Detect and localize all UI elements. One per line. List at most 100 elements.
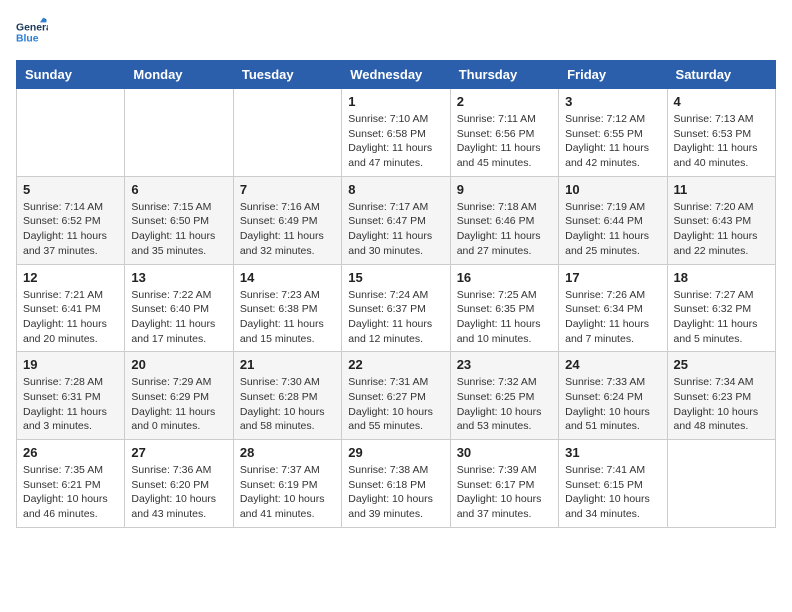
day-info: Sunrise: 7:21 AMSunset: 6:41 PMDaylight:… — [23, 288, 118, 347]
calendar-cell — [17, 89, 125, 177]
svg-text:General: General — [16, 22, 48, 33]
day-info: Sunrise: 7:34 AMSunset: 6:23 PMDaylight:… — [674, 375, 769, 434]
calendar-cell: 13 Sunrise: 7:22 AMSunset: 6:40 PMDayligh… — [125, 264, 233, 352]
logo: General Blue — [16, 16, 52, 48]
calendar-table: SundayMondayTuesdayWednesdayThursdayFrid… — [16, 60, 776, 528]
day-info: Sunrise: 7:33 AMSunset: 6:24 PMDaylight:… — [565, 375, 660, 434]
calendar-cell: 1 Sunrise: 7:10 AMSunset: 6:58 PMDaylight… — [342, 89, 450, 177]
day-number: 11 — [674, 182, 769, 197]
day-info: Sunrise: 7:25 AMSunset: 6:35 PMDaylight:… — [457, 288, 552, 347]
weekday-header-row: SundayMondayTuesdayWednesdayThursdayFrid… — [17, 61, 776, 89]
calendar-cell: 23 Sunrise: 7:32 AMSunset: 6:25 PMDayligh… — [450, 352, 558, 440]
calendar-cell: 28Sunrise: 7:37 AMSunset: 6:19 PMDayligh… — [233, 440, 341, 528]
day-number: 29 — [348, 445, 443, 460]
calendar-cell: 10 Sunrise: 7:19 AMSunset: 6:44 PMDayligh… — [559, 176, 667, 264]
day-info: Sunrise: 7:29 AMSunset: 6:29 PMDaylight:… — [131, 375, 226, 434]
calendar-header: SundayMondayTuesdayWednesdayThursdayFrid… — [17, 61, 776, 89]
week-row-4: 19Sunrise: 7:28 AMSunset: 6:31 PMDayligh… — [17, 352, 776, 440]
day-info: Sunrise: 7:19 AMSunset: 6:44 PMDaylight:… — [565, 200, 660, 259]
day-number: 9 — [457, 182, 552, 197]
day-info: Sunrise: 7:22 AMSunset: 6:40 PMDaylight:… — [131, 288, 226, 347]
calendar-cell: 30Sunrise: 7:39 AMSunset: 6:17 PMDayligh… — [450, 440, 558, 528]
page-header: General Blue — [16, 16, 776, 48]
weekday-header-wednesday: Wednesday — [342, 61, 450, 89]
day-info: Sunrise: 7:35 AMSunset: 6:21 PMDaylight:… — [23, 463, 118, 522]
day-info: Sunrise: 7:36 AMSunset: 6:20 PMDaylight:… — [131, 463, 226, 522]
calendar-cell: 19Sunrise: 7:28 AMSunset: 6:31 PMDayligh… — [17, 352, 125, 440]
calendar-cell: 20 Sunrise: 7:29 AMSunset: 6:29 PMDayligh… — [125, 352, 233, 440]
calendar-cell: 21 Sunrise: 7:30 AMSunset: 6:28 PMDayligh… — [233, 352, 341, 440]
calendar-cell: 25 Sunrise: 7:34 AMSunset: 6:23 PMDayligh… — [667, 352, 775, 440]
day-info: Sunrise: 7:15 AMSunset: 6:50 PMDaylight:… — [131, 200, 226, 259]
week-row-1: 1 Sunrise: 7:10 AMSunset: 6:58 PMDaylight… — [17, 89, 776, 177]
day-number: 15 — [348, 270, 443, 285]
day-number: 14 — [240, 270, 335, 285]
calendar-cell: 22 Sunrise: 7:31 AMSunset: 6:27 PMDayligh… — [342, 352, 450, 440]
week-row-5: 26 Sunrise: 7:35 AMSunset: 6:21 PMDayligh… — [17, 440, 776, 528]
day-info: Sunrise: 7:26 AMSunset: 6:34 PMDaylight:… — [565, 288, 660, 347]
day-info: Sunrise: 7:28 AMSunset: 6:31 PMDaylight:… — [23, 375, 118, 434]
day-number: 2 — [457, 94, 552, 109]
calendar-cell: 2 Sunrise: 7:11 AMSunset: 6:56 PMDaylight… — [450, 89, 558, 177]
day-number: 17 — [565, 270, 660, 285]
day-number: 10 — [565, 182, 660, 197]
weekday-header-tuesday: Tuesday — [233, 61, 341, 89]
day-info: Sunrise: 7:39 AMSunset: 6:17 PMDaylight:… — [457, 463, 552, 522]
day-number: 7 — [240, 182, 335, 197]
day-number: 26 — [23, 445, 118, 460]
day-number: 13 — [131, 270, 226, 285]
calendar-body: 1 Sunrise: 7:10 AMSunset: 6:58 PMDaylight… — [17, 89, 776, 528]
day-number: 6 — [131, 182, 226, 197]
day-number: 5 — [23, 182, 118, 197]
day-info: Sunrise: 7:16 AMSunset: 6:49 PMDaylight:… — [240, 200, 335, 259]
day-number: 22 — [348, 357, 443, 372]
calendar-cell: 16Sunrise: 7:25 AMSunset: 6:35 PMDayligh… — [450, 264, 558, 352]
day-info: Sunrise: 7:32 AMSunset: 6:25 PMDaylight:… — [457, 375, 552, 434]
calendar-cell — [125, 89, 233, 177]
calendar-cell: 31Sunrise: 7:41 AMSunset: 6:15 PMDayligh… — [559, 440, 667, 528]
day-info: Sunrise: 7:20 AMSunset: 6:43 PMDaylight:… — [674, 200, 769, 259]
weekday-header-thursday: Thursday — [450, 61, 558, 89]
weekday-header-friday: Friday — [559, 61, 667, 89]
calendar-cell: 17 Sunrise: 7:26 AMSunset: 6:34 PMDayligh… — [559, 264, 667, 352]
calendar-cell: 5 Sunrise: 7:14 AMSunset: 6:52 PMDaylight… — [17, 176, 125, 264]
day-number: 21 — [240, 357, 335, 372]
calendar-cell: 14Sunrise: 7:23 AMSunset: 6:38 PMDayligh… — [233, 264, 341, 352]
day-number: 18 — [674, 270, 769, 285]
day-number: 12 — [23, 270, 118, 285]
day-info: Sunrise: 7:14 AMSunset: 6:52 PMDaylight:… — [23, 200, 118, 259]
calendar-cell: 11 Sunrise: 7:20 AMSunset: 6:43 PMDayligh… — [667, 176, 775, 264]
day-info: Sunrise: 7:27 AMSunset: 6:32 PMDaylight:… — [674, 288, 769, 347]
calendar-cell: 15 Sunrise: 7:24 AMSunset: 6:37 PMDayligh… — [342, 264, 450, 352]
day-number: 20 — [131, 357, 226, 372]
day-number: 4 — [674, 94, 769, 109]
day-info: Sunrise: 7:13 AMSunset: 6:53 PMDaylight:… — [674, 112, 769, 171]
day-info: Sunrise: 7:18 AMSunset: 6:46 PMDaylight:… — [457, 200, 552, 259]
svg-text:Blue: Blue — [16, 34, 39, 45]
weekday-header-sunday: Sunday — [17, 61, 125, 89]
week-row-2: 5 Sunrise: 7:14 AMSunset: 6:52 PMDaylight… — [17, 176, 776, 264]
day-number: 23 — [457, 357, 552, 372]
day-info: Sunrise: 7:10 AMSunset: 6:58 PMDaylight:… — [348, 112, 443, 171]
calendar-cell: 3 Sunrise: 7:12 AMSunset: 6:55 PMDaylight… — [559, 89, 667, 177]
day-number: 3 — [565, 94, 660, 109]
day-number: 24 — [565, 357, 660, 372]
logo-icon: General Blue — [16, 16, 48, 48]
day-number: 1 — [348, 94, 443, 109]
calendar-cell: 27Sunrise: 7:36 AMSunset: 6:20 PMDayligh… — [125, 440, 233, 528]
calendar-cell: 7 Sunrise: 7:16 AMSunset: 6:49 PMDaylight… — [233, 176, 341, 264]
day-info: Sunrise: 7:24 AMSunset: 6:37 PMDaylight:… — [348, 288, 443, 347]
calendar-cell: 26 Sunrise: 7:35 AMSunset: 6:21 PMDayligh… — [17, 440, 125, 528]
calendar-cell: 12 Sunrise: 7:21 AMSunset: 6:41 PMDayligh… — [17, 264, 125, 352]
day-info: Sunrise: 7:30 AMSunset: 6:28 PMDaylight:… — [240, 375, 335, 434]
calendar-cell: 29 Sunrise: 7:38 AMSunset: 6:18 PMDayligh… — [342, 440, 450, 528]
calendar-cell — [233, 89, 341, 177]
day-info: Sunrise: 7:38 AMSunset: 6:18 PMDaylight:… — [348, 463, 443, 522]
day-info: Sunrise: 7:12 AMSunset: 6:55 PMDaylight:… — [565, 112, 660, 171]
calendar-cell: 18 Sunrise: 7:27 AMSunset: 6:32 PMDayligh… — [667, 264, 775, 352]
day-info: Sunrise: 7:31 AMSunset: 6:27 PMDaylight:… — [348, 375, 443, 434]
day-info: Sunrise: 7:11 AMSunset: 6:56 PMDaylight:… — [457, 112, 552, 171]
day-number: 8 — [348, 182, 443, 197]
day-number: 25 — [674, 357, 769, 372]
weekday-header-monday: Monday — [125, 61, 233, 89]
